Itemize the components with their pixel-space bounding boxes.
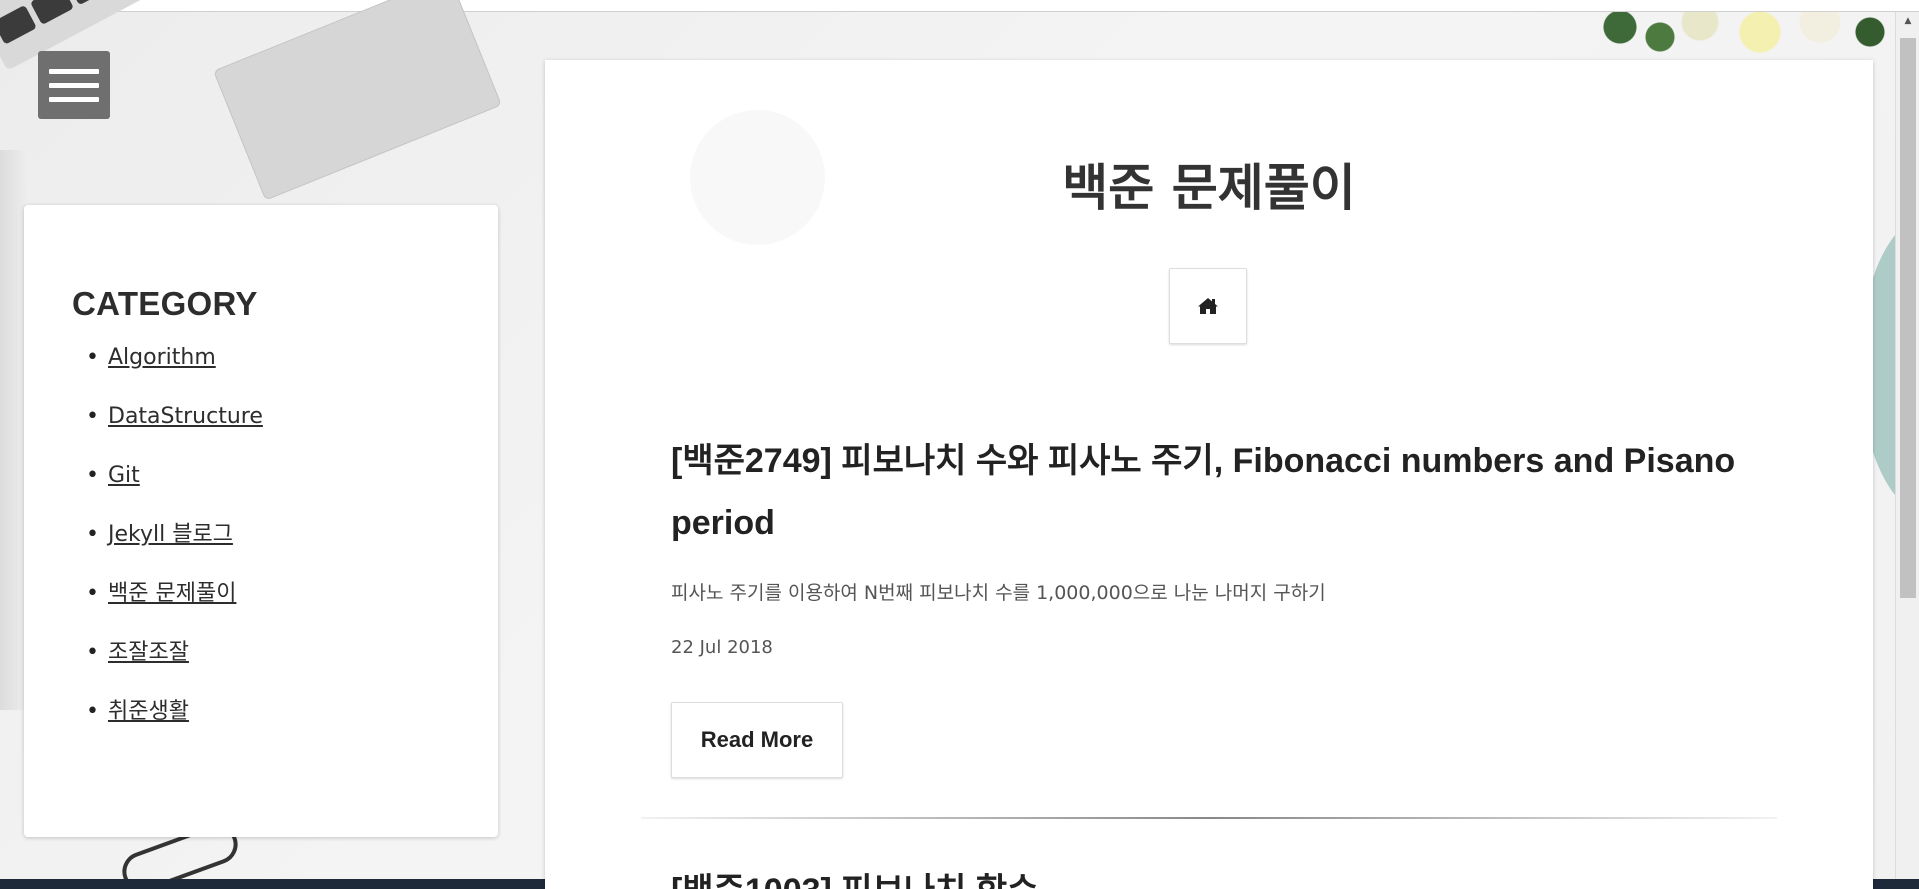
next-post-title-link[interactable]: [백준1003] 피보나치 함수	[671, 860, 1781, 889]
post-date: 22 Jul 2018	[671, 637, 773, 658]
category-link-datastructure[interactable]: DataStructure	[108, 404, 263, 429]
category-list: Algorithm DataStructure Git Jekyll 블로그 백…	[72, 343, 450, 727]
category-sidebar: CATEGORY Algorithm DataStructure Git Jek…	[24, 205, 498, 837]
scroll-up-arrow-icon[interactable]: ▲	[1896, 12, 1919, 30]
category-link-jekyll[interactable]: Jekyll 블로그	[108, 522, 233, 547]
category-link-chatter[interactable]: 조잘조잘	[108, 640, 189, 665]
post-item: [백준2749] 피보나치 수와 피사노 주기, Fibonacci numbe…	[671, 430, 1781, 658]
menu-bar-icon	[49, 68, 99, 74]
category-item: 취준생활	[86, 697, 450, 727]
page-scrollbar[interactable]: ▲	[1895, 12, 1919, 879]
category-link-job-prep[interactable]: 취준생활	[108, 699, 189, 724]
category-item: Git	[86, 461, 450, 491]
menu-bar-icon	[49, 96, 99, 102]
category-item: 조잘조잘	[86, 638, 450, 668]
category-link-git[interactable]: Git	[108, 463, 140, 488]
page-title: 백준 문제풀이	[1062, 159, 1356, 217]
sidebar-title: CATEGORY	[72, 285, 258, 322]
category-item: Algorithm	[86, 343, 450, 373]
post-excerpt: 피사노 주기를 이용하여 N번째 피보나치 수를 1,000,000으로 나눈 …	[671, 582, 1326, 604]
category-item: 백준 문제풀이	[86, 579, 450, 609]
category-link-algorithm[interactable]: Algorithm	[108, 345, 216, 370]
menu-bar-icon	[49, 82, 99, 88]
hamburger-menu-button[interactable]	[38, 51, 110, 119]
post-title-link[interactable]: [백준2749] 피보나치 수와 피사노 주기, Fibonacci numbe…	[671, 430, 1781, 554]
scroll-thumb[interactable]	[1900, 38, 1916, 598]
home-icon	[1198, 298, 1218, 314]
flowers-decoration	[1590, 12, 1890, 57]
browser-top-edge	[0, 0, 1919, 12]
category-item: Jekyll 블로그	[86, 520, 450, 550]
main-content-card: 백준 문제풀이 [백준2749] 피보나치 수와 피사노 주기, Fibonac…	[545, 60, 1873, 889]
category-item: DataStructure	[86, 402, 450, 432]
trackpad-decoration	[213, 0, 502, 201]
read-more-button[interactable]: Read More	[671, 702, 843, 778]
home-button[interactable]	[1169, 268, 1247, 344]
post-divider	[641, 817, 1777, 819]
category-link-baekjoon[interactable]: 백준 문제풀이	[108, 581, 236, 606]
